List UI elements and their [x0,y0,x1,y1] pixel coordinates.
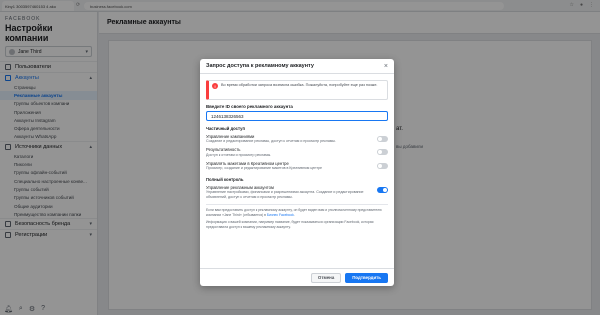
full-control-heading: Полный контроль [206,176,244,182]
toggle-manage-ad-account[interactable] [377,186,388,193]
permission-description: Создание и редактирование рекламы, досту… [206,139,336,144]
permission-description: Просмотр, создание и редактирование маке… [206,166,323,171]
close-icon[interactable]: × [384,63,388,70]
disclaimer-part: Если вам предоставить доступ к рекламном… [206,208,382,217]
disclaimer-text-2: Информация о вашей компании, например на… [206,220,374,229]
permission-row-creative-hub: Управлять макетами в Креативном центре П… [200,159,394,172]
permission-description: Управление настройками, финансами и разр… [206,190,364,200]
permission-row-performance: Результативность Доступ к отчетам и прос… [200,145,394,158]
cancel-button[interactable]: Отмена [310,272,342,283]
dialog-title: Запрос доступа к рекламному аккаунту [206,63,314,69]
ad-account-id-input[interactable]: 1246138326563 [206,111,388,121]
partial-access-heading: Частичный доступ [206,126,246,131]
request-access-dialog: Запрос доступа к рекламному аккаунту × !… [200,59,394,286]
permission-row-manage-campaigns: Управление кампаниями Создание и редакти… [200,132,394,145]
business-facebook-link[interactable]: Бизнес Facebook [267,213,294,217]
error-banner: ! Во время обработки запроса возникла ош… [206,80,388,100]
input-value: 1246138326563 [211,113,244,119]
ad-account-id-label: Введите ID своего рекламного аккаунта [206,104,293,109]
confirm-button[interactable]: Подтвердить [345,272,388,283]
toggle-manage-campaigns[interactable] [377,136,388,142]
error-message: Во время обработки запроса возникла ошиб… [221,83,378,87]
disclaimer-text: Если вам предоставить доступ к рекламном… [206,208,382,217]
dialog-footer: Отмена Подтвердить [200,268,394,286]
error-icon: ! [212,83,218,89]
dialog-header: Запрос доступа к рекламному аккаунту × [200,59,394,74]
toggle-creative-hub[interactable] [377,162,388,169]
permission-description: Доступ к отчетам и просмотр рекламы. [206,152,272,157]
toggle-performance[interactable] [377,149,388,156]
permission-row-manage-ad-account: Управление рекламным аккаунтом Управлени… [200,183,394,201]
